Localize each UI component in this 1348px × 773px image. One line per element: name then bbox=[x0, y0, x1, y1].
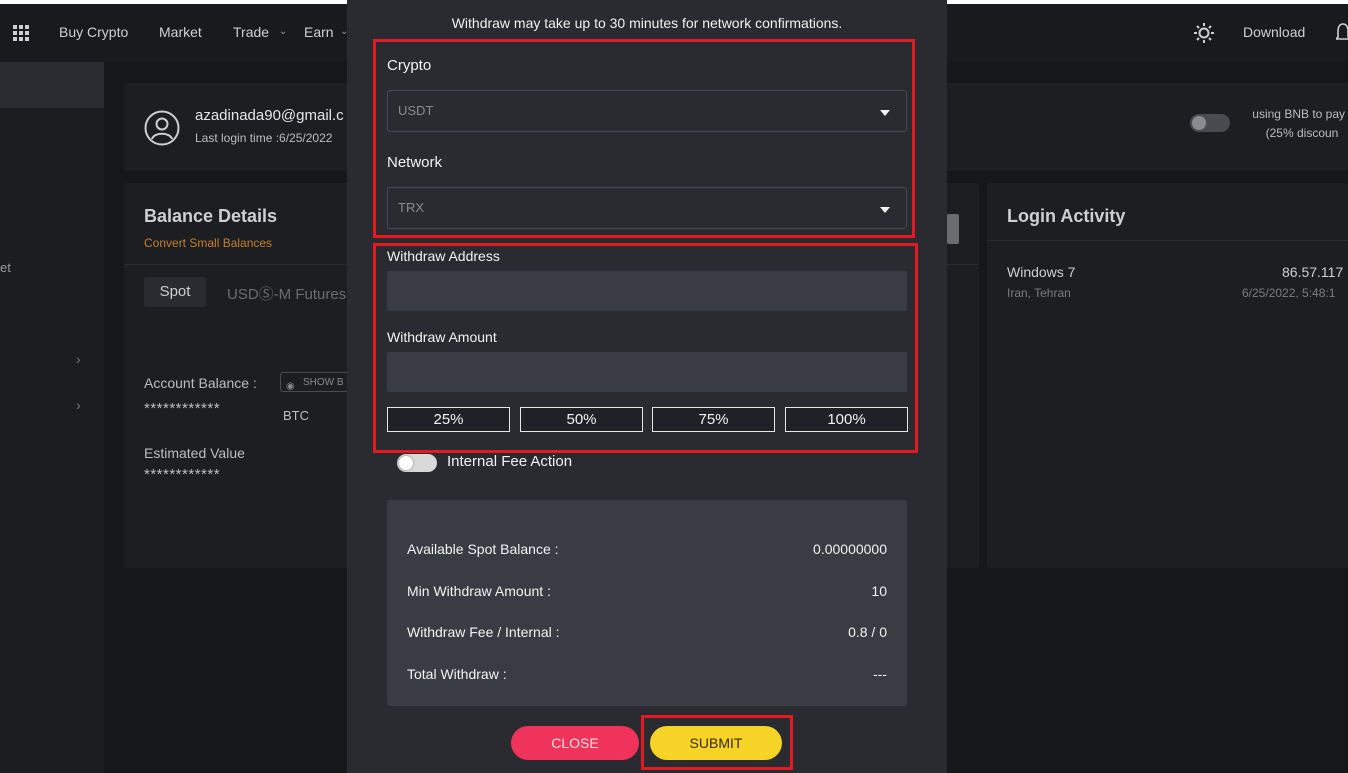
apps-grid-icon[interactable] bbox=[13, 25, 29, 41]
bell-icon[interactable] bbox=[1336, 22, 1348, 44]
user-avatar-icon bbox=[144, 110, 180, 146]
convert-small-balances-link[interactable]: Convert Small Balances bbox=[144, 236, 272, 250]
chevron-right-icon[interactable]: › bbox=[76, 397, 81, 413]
available-balance-label: Available Spot Balance : bbox=[407, 541, 559, 557]
login-location: Iran, Tehran bbox=[1007, 286, 1071, 300]
highlight-box-crypto-network bbox=[373, 39, 915, 238]
withdraw-summary: Available Spot Balance : 0.00000000 Min … bbox=[387, 500, 907, 706]
nav-earn[interactable]: Earn bbox=[304, 24, 334, 40]
account-balance-value: ************ bbox=[144, 400, 221, 417]
bnb-fee-toggle[interactable] bbox=[1190, 114, 1230, 132]
min-withdraw-value: 10 bbox=[871, 583, 887, 599]
nav-market[interactable]: Market bbox=[159, 24, 202, 40]
tab-spot[interactable]: Spot bbox=[144, 277, 206, 307]
sun-icon[interactable] bbox=[1194, 23, 1214, 43]
scrollbar-thumb[interactable] bbox=[947, 214, 959, 244]
estimated-value: ************ bbox=[144, 466, 221, 483]
show-balance-button[interactable]: ◉ SHOW B bbox=[280, 372, 350, 392]
chevron-down-icon: ⌄ bbox=[279, 26, 288, 37]
login-ip: 86.57.117 bbox=[1282, 264, 1344, 280]
internal-fee-label: Internal Fee Action bbox=[447, 453, 573, 470]
nav-buy-crypto[interactable]: Buy Crypto bbox=[59, 24, 128, 40]
total-withdraw-label: Total Withdraw : bbox=[407, 666, 507, 682]
account-balance-unit: BTC bbox=[283, 408, 309, 423]
highlight-box-submit bbox=[641, 715, 793, 770]
internal-fee-toggle[interactable] bbox=[397, 454, 437, 472]
bnb-fee-line2: (25% discoun bbox=[1265, 126, 1339, 140]
divider bbox=[987, 240, 1348, 241]
nav-download[interactable]: Download bbox=[1243, 24, 1305, 40]
user-email: azadinada90@gmail.c bbox=[195, 107, 344, 124]
withdraw-fee-value: 0.8 / 0 bbox=[848, 624, 887, 640]
account-balance-label: Account Balance : bbox=[144, 375, 257, 391]
estimated-value-label: Estimated Value bbox=[144, 445, 245, 461]
tab-usds-m-futures[interactable]: USDⓈ-M Futures bbox=[227, 283, 346, 304]
min-withdraw-label: Min Withdraw Amount : bbox=[407, 583, 551, 599]
login-os: Windows 7 bbox=[1007, 264, 1076, 280]
eye-icon: ◉ bbox=[286, 381, 295, 392]
close-button[interactable]: CLOSE bbox=[511, 726, 639, 760]
withdraw-fee-label: Withdraw Fee / Internal : bbox=[407, 624, 560, 640]
bnb-fee-text: using BNB to pay f (25% discoun bbox=[1242, 105, 1348, 143]
sidebar-item-label[interactable]: et bbox=[0, 260, 11, 275]
show-balance-label: SHOW B bbox=[303, 377, 344, 388]
available-balance-value: 0.00000000 bbox=[813, 541, 887, 557]
chevron-right-icon[interactable]: › bbox=[76, 351, 81, 367]
sidebar bbox=[0, 62, 104, 773]
highlight-box-address-amount bbox=[373, 243, 918, 453]
balance-title: Balance Details bbox=[144, 206, 278, 226]
bnb-fee-line1: using BNB to pay f bbox=[1252, 107, 1348, 121]
sidebar-item-active[interactable] bbox=[0, 62, 104, 108]
login-activity-title: Login Activity bbox=[1007, 206, 1126, 226]
nav-trade[interactable]: Trade bbox=[233, 24, 269, 40]
login-date: 6/25/2022, 5:48:1 bbox=[1242, 286, 1336, 300]
last-login-time: Last login time :6/25/2022 bbox=[195, 131, 333, 145]
network-confirmation-note: Withdraw may take up to 30 minutes for n… bbox=[451, 15, 843, 31]
total-withdraw-value: --- bbox=[873, 666, 887, 682]
